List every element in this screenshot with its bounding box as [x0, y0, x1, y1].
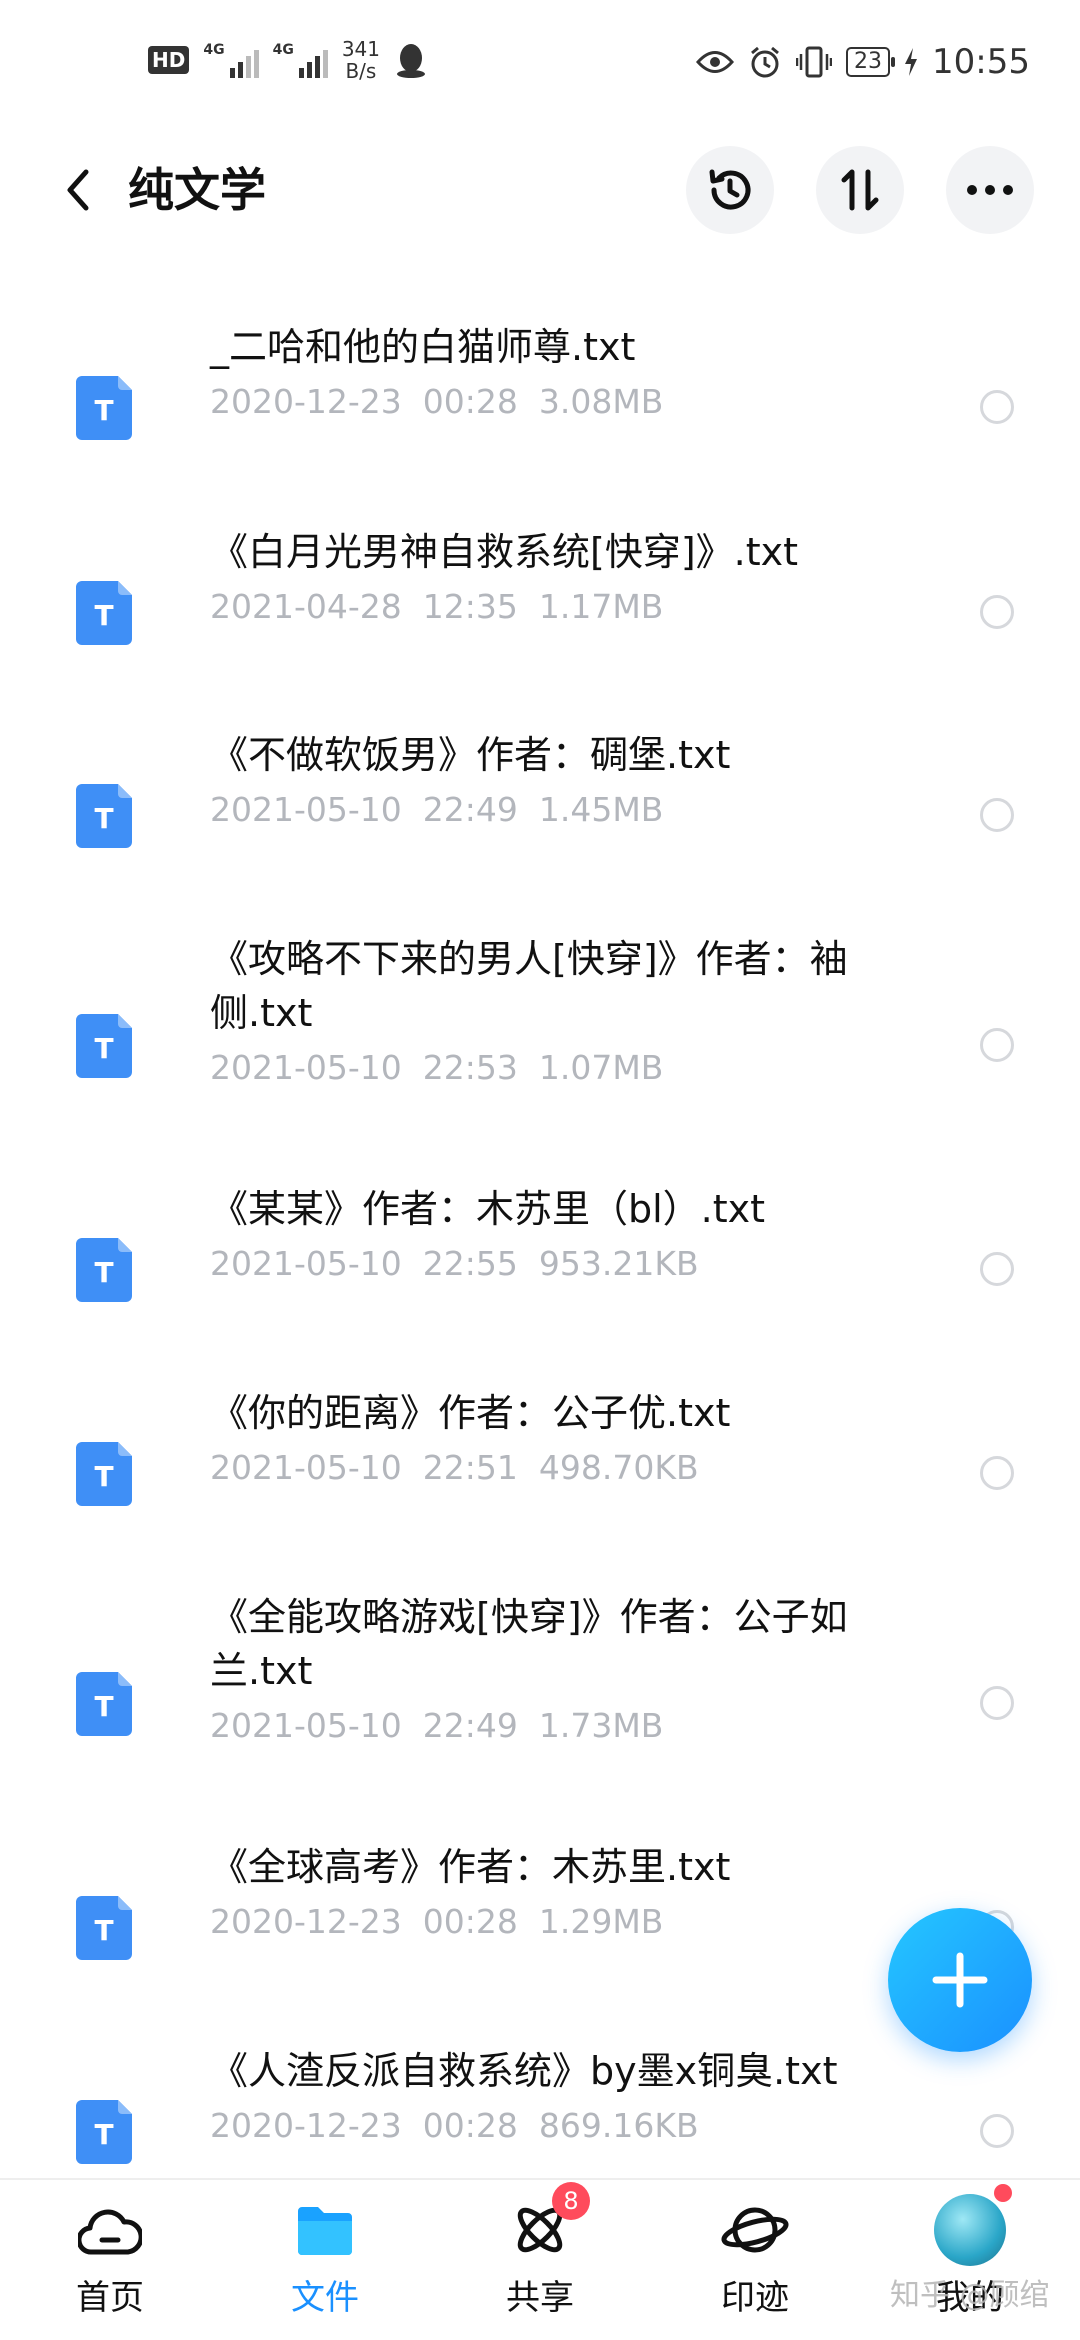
svg-text:T: T	[94, 1460, 113, 1493]
file-meta: 2021-05-10 22:49 1.45MB	[210, 790, 664, 829]
file-row[interactable]: T 《全能攻略游戏[快穿]》作者：公子如兰.txt 2021-05-10 22:…	[0, 1590, 1080, 1806]
select-radio[interactable]	[980, 1028, 1014, 1062]
txt-file-icon: T	[76, 1672, 132, 1736]
txt-file-icon: T	[76, 1442, 132, 1506]
select-radio[interactable]	[980, 1456, 1014, 1490]
sort-button[interactable]	[816, 146, 904, 234]
bottom-navigation: 首页 文件 8 共享 印迹 我的	[0, 2178, 1080, 2340]
file-meta: 2021-05-10 22:53 1.07MB	[210, 1048, 664, 1087]
nav-label: 印迹	[721, 2278, 789, 2318]
file-name: 《人渣反派自救系统》by墨x铜臭.txt	[210, 2049, 838, 2093]
file-meta: 2020-12-23 00:28 3.08MB	[210, 382, 664, 421]
file-meta: 2021-05-10 22:51 498.70KB	[210, 1448, 699, 1487]
nav-label: 文件	[291, 2278, 359, 2318]
network-speed: 341 B/s	[341, 37, 380, 83]
clock-time: 10:55	[932, 42, 1030, 82]
atom-share-icon: 8	[504, 2182, 590, 2266]
file-name: 《白月光男神自救系统[快穿]》.txt	[210, 530, 799, 574]
status-right-icons: 23 10:55	[696, 42, 1030, 82]
select-radio[interactable]	[980, 798, 1014, 832]
user-avatar	[934, 2184, 1012, 2266]
alarm-icon	[751, 46, 779, 78]
txt-file-icon: T	[76, 376, 132, 440]
avatar	[934, 2184, 1012, 2266]
back-button[interactable]	[48, 160, 108, 220]
nav-item-files[interactable]: 文件	[245, 2194, 405, 2334]
plus-icon	[932, 1952, 988, 2008]
charging-icon	[905, 48, 918, 76]
select-radio[interactable]	[980, 1686, 1014, 1720]
file-row[interactable]: T 《某某》作者：木苏里（bl）.txt 2021-05-10 22:55 95…	[0, 1182, 1080, 1342]
qq-penguin-icon	[397, 44, 425, 78]
file-name: 《全球高考》作者：木苏里.txt	[210, 1845, 731, 1889]
file-meta: 2021-05-10 22:49 1.73MB	[210, 1706, 664, 1745]
notification-badge: 8	[552, 2182, 590, 2220]
svg-text:T: T	[94, 599, 113, 632]
watermark: 知乎 @顾绾	[890, 2278, 1050, 2313]
file-row[interactable]: T _二哈和他的白猫师尊.txt 2020-12-23 00:28 3.08MB	[0, 320, 1080, 480]
vibrate-icon	[796, 46, 833, 78]
chevron-left-icon	[67, 169, 89, 211]
signal-icon-2: 4G	[273, 42, 328, 78]
select-radio[interactable]	[980, 595, 1014, 629]
eye-icon	[696, 51, 735, 73]
svg-text:T: T	[94, 1256, 113, 1289]
svg-text:T: T	[94, 1032, 113, 1065]
svg-text:T: T	[94, 394, 113, 427]
txt-file-icon: T	[76, 1014, 132, 1078]
history-icon	[709, 169, 751, 210]
txt-file-icon: T	[76, 1896, 132, 1960]
txt-file-icon: T	[76, 2100, 132, 2164]
more-options-button[interactable]	[946, 146, 1034, 234]
status-left-icons: HD 4G 4G 341 B/s	[148, 38, 428, 82]
txt-file-icon: T	[76, 784, 132, 848]
file-row[interactable]: T 《你的距离》作者：公子优.txt 2021-05-10 22:51 498.…	[0, 1386, 1080, 1546]
nav-item-home[interactable]: 首页	[30, 2194, 190, 2334]
file-row[interactable]: T 《攻略不下来的男人[快穿]》作者：袖侧.txt 2021-05-10 22:…	[0, 932, 1080, 1148]
svg-text:T: T	[94, 2118, 113, 2151]
hd-badge: HD	[148, 46, 190, 74]
svg-text:T: T	[94, 1690, 113, 1723]
nav-item-share[interactable]: 8 共享	[460, 2182, 620, 2334]
file-meta: 2020-12-23 00:28 1.29MB	[210, 1902, 664, 1941]
txt-file-icon: T	[76, 1238, 132, 1302]
file-name: 《某某》作者：木苏里（bl）.txt	[210, 1187, 766, 1231]
file-row[interactable]: T 《不做软饭男》作者：碉堡.txt 2021-05-10 22:49 1.45…	[0, 728, 1080, 888]
file-name: 《你的距离》作者：公子优.txt	[210, 1391, 731, 1435]
more-horizontal-icon	[967, 185, 1013, 195]
nav-label: 共享	[506, 2278, 574, 2318]
file-name: _二哈和他的白猫师尊.txt	[210, 325, 636, 369]
nav-item-footprint[interactable]: 印迹	[675, 2194, 835, 2334]
notification-dot	[994, 2184, 1012, 2202]
app-bar: 纯文学	[0, 140, 1080, 240]
select-radio[interactable]	[980, 2114, 1014, 2148]
txt-file-icon: T	[76, 581, 132, 645]
page-title: 纯文学	[128, 163, 266, 217]
file-row[interactable]: T 《白月光男神自救系统[快穿]》.txt 2021-04-28 12:35 1…	[0, 525, 1080, 685]
sort-arrows-icon	[841, 169, 879, 211]
file-meta: 2021-05-10 22:55 953.21KB	[210, 1244, 699, 1283]
file-name: 《攻略不下来的男人[快穿]》作者：袖侧.txt	[210, 937, 848, 1035]
select-radio[interactable]	[980, 390, 1014, 424]
signal-icon: 4G	[203, 42, 259, 78]
svg-text:T: T	[94, 1914, 113, 1947]
battery-indicator: 23	[846, 47, 896, 77]
file-name: 《不做软饭男》作者：碉堡.txt	[210, 733, 731, 777]
nav-label: 首页	[76, 2278, 144, 2318]
status-bar: HD 4G 4G 341 B/s 23 10:55	[0, 0, 1080, 130]
folder-icon	[289, 2194, 361, 2266]
svg-text:T: T	[94, 802, 113, 835]
file-meta: 2020-12-23 00:28 869.16KB	[210, 2106, 699, 2145]
file-meta: 2021-04-28 12:35 1.17MB	[210, 587, 664, 626]
planet-icon	[719, 2194, 791, 2266]
select-radio[interactable]	[980, 1252, 1014, 1286]
home-cloud-icon	[74, 2194, 146, 2266]
file-name: 《全能攻略游戏[快穿]》作者：公子如兰.txt	[210, 1595, 848, 1693]
add-fab-button[interactable]	[888, 1908, 1032, 2052]
history-button[interactable]	[686, 146, 774, 234]
